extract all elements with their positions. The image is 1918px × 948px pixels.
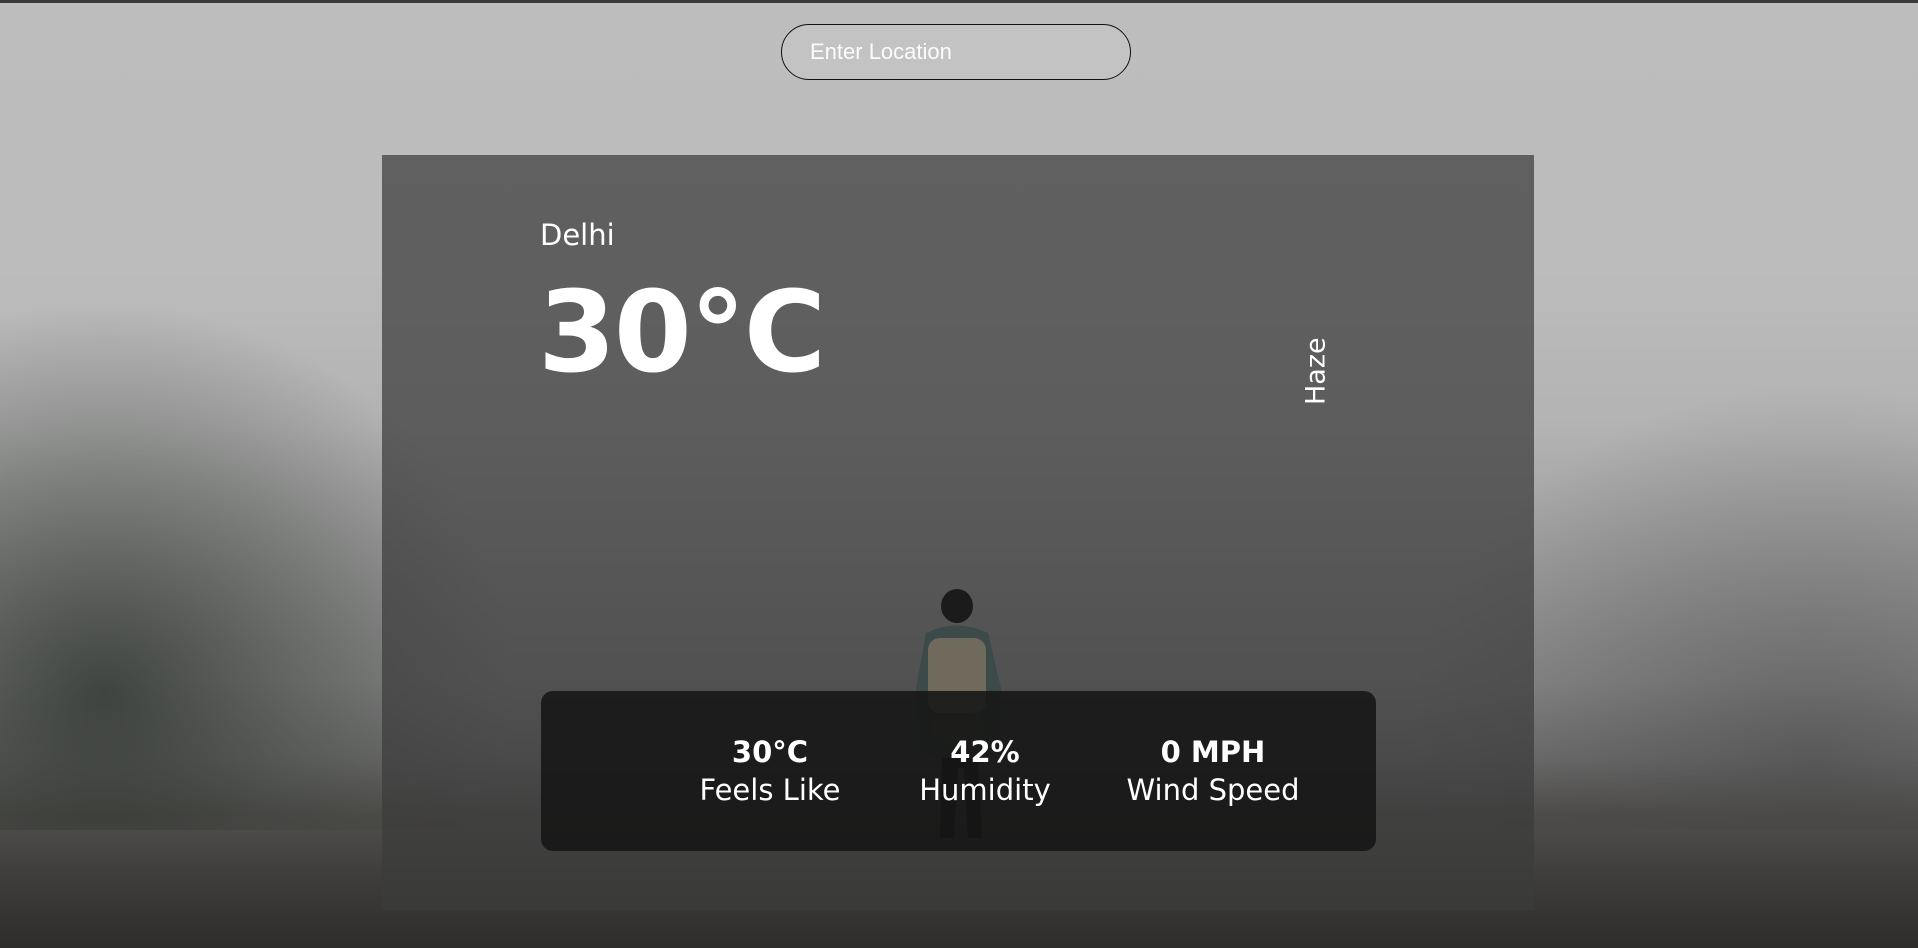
feels-like-label: Feels Like bbox=[699, 773, 841, 807]
humidity-value: 42% bbox=[950, 735, 1020, 769]
location-name: Delhi bbox=[540, 218, 615, 252]
weather-condition: Haze bbox=[1300, 337, 1332, 405]
humidity-label: Humidity bbox=[919, 773, 1051, 807]
weather-stats-panel: 30°C Feels Like 42% Humidity 0 MPH Wind … bbox=[541, 691, 1376, 851]
stat-feels-like: 30°C Feels Like bbox=[649, 691, 891, 851]
wind-speed-value: 0 MPH bbox=[1160, 735, 1266, 769]
feels-like-value: 30°C bbox=[731, 735, 809, 769]
wind-speed-label: Wind Speed bbox=[1126, 773, 1300, 807]
window-top-border bbox=[0, 0, 1918, 3]
stat-wind-speed: 0 MPH Wind Speed bbox=[1081, 691, 1345, 851]
location-search-input[interactable] bbox=[781, 24, 1131, 80]
stat-humidity: 42% Humidity bbox=[865, 691, 1105, 851]
current-temperature: 30°C bbox=[538, 268, 826, 398]
